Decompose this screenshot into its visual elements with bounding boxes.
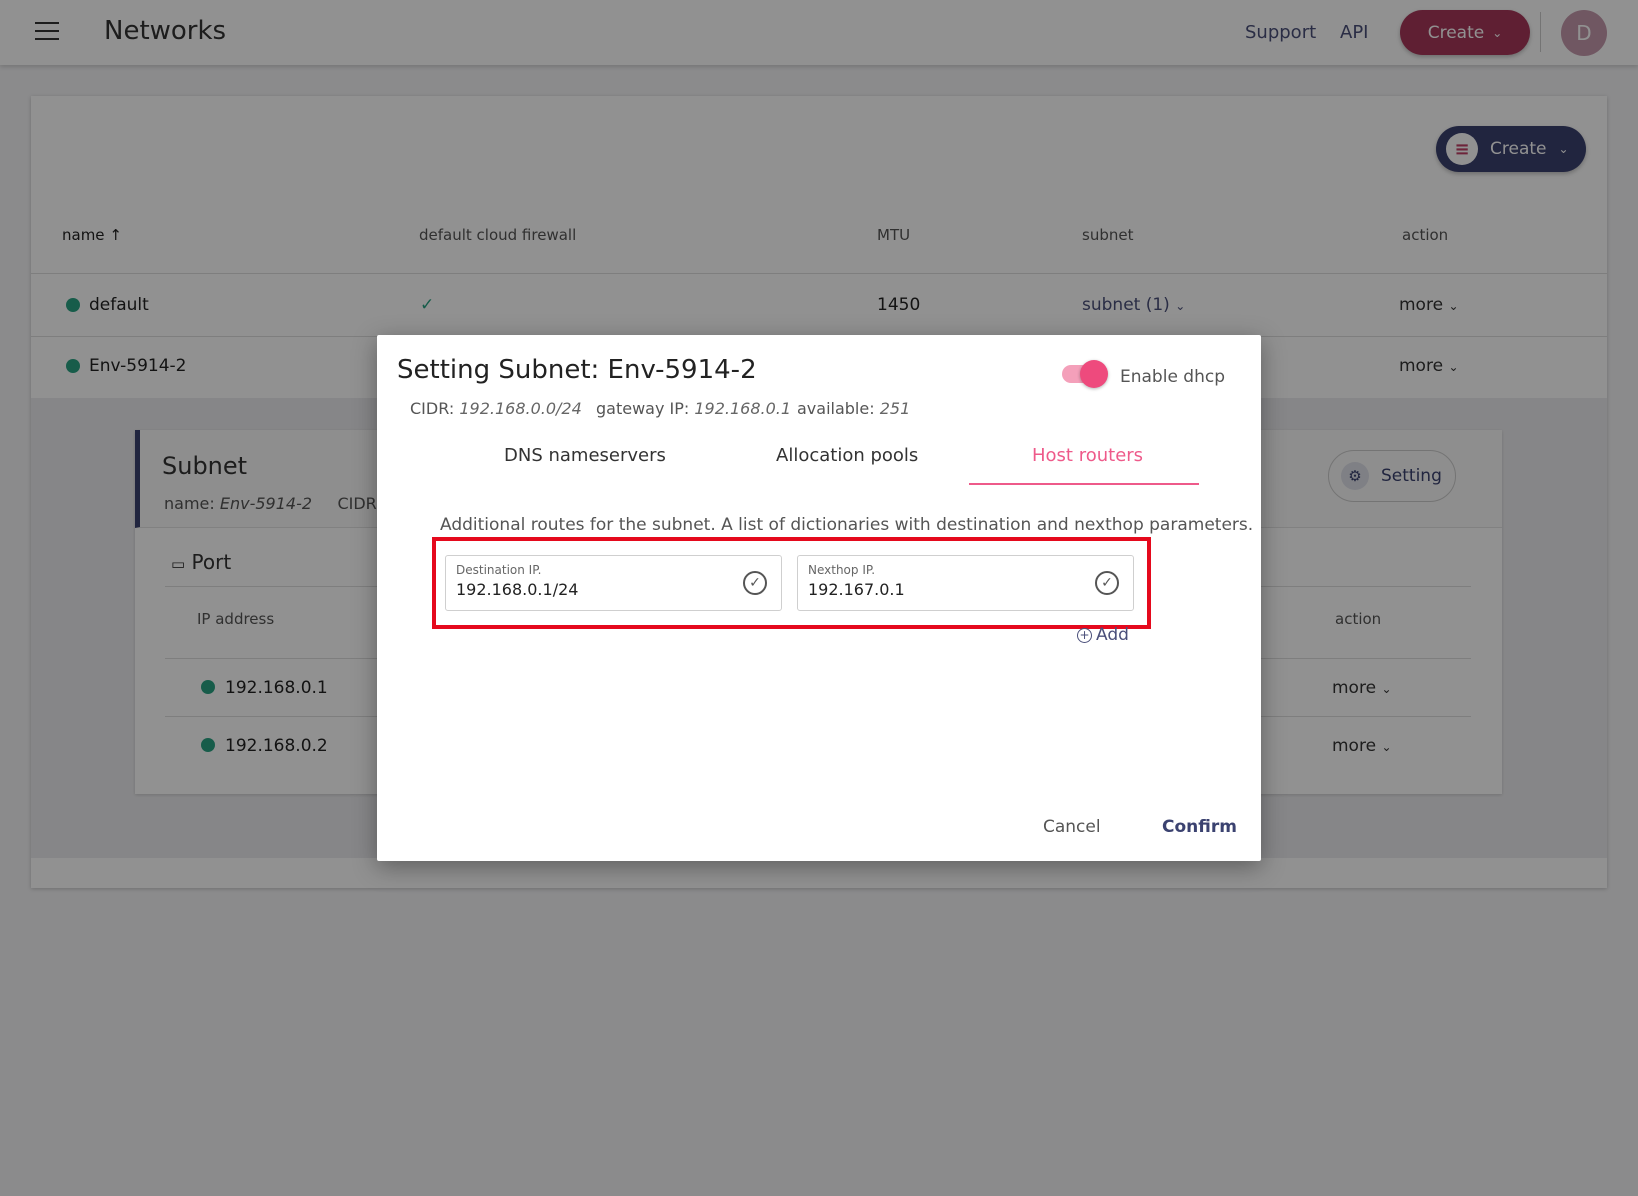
tab-host-routers[interactable]: Host routers <box>1032 445 1143 466</box>
check-circle-icon: ✓ <box>1095 571 1119 595</box>
nexthop-ip-input[interactable] <box>808 580 1078 599</box>
dialog-title: Setting Subnet: Env-5914-2 <box>397 355 757 385</box>
available-info: available: 251 <box>797 399 911 418</box>
add-route-button[interactable]: + Add <box>1077 625 1129 645</box>
gateway-info: gateway IP: 192.168.0.1 <box>596 399 792 418</box>
destination-ip-label: Destination IP. <box>456 563 542 577</box>
cancel-button[interactable]: Cancel <box>1043 817 1101 837</box>
nexthop-ip-label: Nexthop IP. <box>808 563 876 577</box>
setting-subnet-dialog: Setting Subnet: Env-5914-2 Enable dhcp C… <box>377 335 1261 861</box>
plus-circle-icon: + <box>1077 627 1092 643</box>
tab-allocation-pools[interactable]: Allocation pools <box>776 445 918 466</box>
nexthop-ip-field[interactable]: Nexthop IP. ✓ <box>797 555 1134 611</box>
host-routes-description: Additional routes for the subnet. A list… <box>440 515 1254 535</box>
destination-ip-input[interactable] <box>456 580 726 599</box>
destination-ip-field[interactable]: Destination IP. ✓ <box>445 555 782 611</box>
check-circle-icon: ✓ <box>743 571 767 595</box>
toggle-knob <box>1080 360 1108 388</box>
confirm-button[interactable]: Confirm <box>1162 817 1237 837</box>
dhcp-label: Enable dhcp <box>1120 367 1226 387</box>
cidr-info: CIDR: 192.168.0.0/24 <box>410 399 582 418</box>
dhcp-toggle[interactable] <box>1062 360 1108 388</box>
tab-dns-nameservers[interactable]: DNS nameservers <box>504 445 666 466</box>
active-tab-indicator <box>969 483 1199 485</box>
